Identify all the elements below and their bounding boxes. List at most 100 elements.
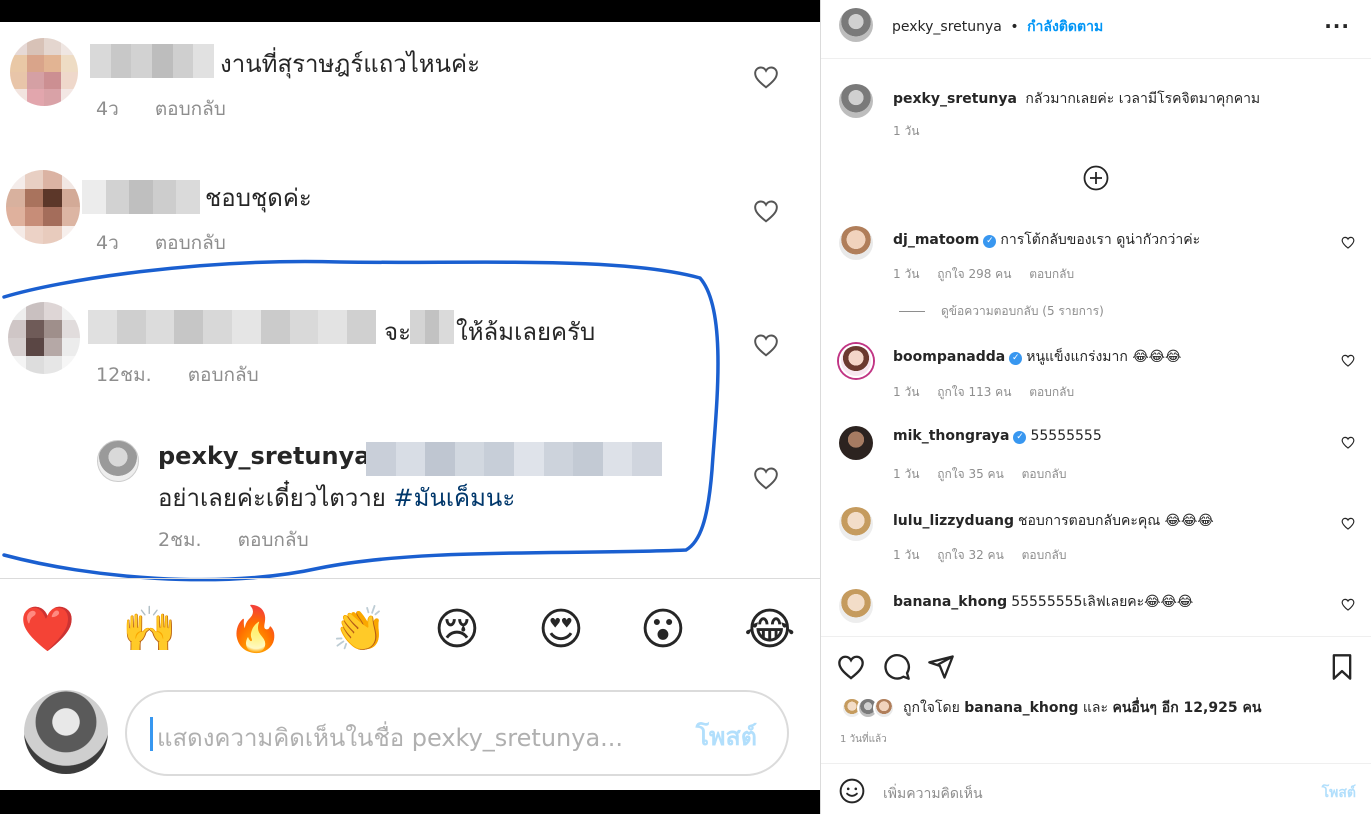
blurred-username xyxy=(88,310,376,344)
emoji-clap[interactable]: 👏 xyxy=(332,600,387,660)
commenter-avatar[interactable] xyxy=(839,226,873,260)
comment-line: lulu_lizzyduang ชอบการตอบกลับคะคุณ 😂😂😂 xyxy=(893,510,1214,532)
comment-text: 55555555 xyxy=(1030,428,1102,444)
comment-text: งานที่สุราษฎร์แถวไหนค่ะ xyxy=(220,50,480,78)
blurred-word xyxy=(410,310,455,344)
liked-by-avatars xyxy=(841,697,901,719)
comment-text-suffix: ให้ล้มเลยครับ xyxy=(456,318,596,346)
comment-input[interactable]: แสดงความคิดเห็นในชื่อ pexky_sretunya... … xyxy=(125,690,789,776)
reply-link[interactable]: ตอบกลับ xyxy=(1029,267,1074,281)
reply-link[interactable]: ตอบกลับ xyxy=(155,98,226,120)
comment-icon[interactable] xyxy=(883,653,911,681)
reply-username[interactable]: pexky_sretunya xyxy=(158,442,370,470)
heart-icon[interactable] xyxy=(1341,236,1355,249)
heart-icon[interactable] xyxy=(753,65,779,89)
comment-line: boompanadda ✓ หนูแข็งแกร่งมาก 😂😂😂 xyxy=(893,346,1181,368)
comment-time: 4ว xyxy=(96,232,119,254)
liked-by-user[interactable]: banana_khong xyxy=(964,700,1078,716)
blurred-avatar xyxy=(10,38,78,106)
commenter-username[interactable]: boompanadda xyxy=(893,349,1005,365)
post-header: pexky_sretunya • กำลังติดตาม ··· xyxy=(821,0,1371,59)
liked-by-prefix: ถูกใจโดย xyxy=(903,700,960,716)
emoji-heart-eyes[interactable]: 😍 xyxy=(538,600,584,660)
verified-badge-icon: ✓ xyxy=(983,235,997,248)
commenter-avatar[interactable] xyxy=(839,344,873,378)
comment-time: 1 วัน xyxy=(893,548,920,562)
liker-avatar xyxy=(873,697,895,719)
emoji-smile-icon[interactable] xyxy=(839,778,865,804)
blurred-avatar xyxy=(8,302,80,374)
caption-avatar[interactable] xyxy=(839,84,873,118)
view-replies-text: ดูข้อความตอบกลับ (5 รายการ) xyxy=(941,304,1104,318)
comment-time: 1 วัน xyxy=(893,267,920,281)
load-more-comments-icon[interactable] xyxy=(1083,165,1109,191)
emoji-raised-hands[interactable]: 🙌 xyxy=(122,600,177,660)
caption-text: กลัวมากเลยค่ะ เวลามีโรคจิตมาคุกคาม xyxy=(1025,91,1261,107)
comment-likes[interactable]: ถูกใจ 35 คน xyxy=(937,467,1004,481)
heart-icon[interactable] xyxy=(1341,354,1355,367)
share-icon[interactable] xyxy=(927,653,955,681)
emoji-laughing[interactable]: 😂 xyxy=(744,600,795,660)
comment-placeholder: แสดงความคิดเห็นในชื่อ pexky_sretunya... xyxy=(157,724,624,752)
replies-line xyxy=(899,311,925,312)
comment-meta: 1 วัน ถูกใจ 35 คน ตอบกลับ xyxy=(893,465,1080,484)
reply-line-1: pexky_sretunya xyxy=(158,442,370,470)
heart-icon[interactable] xyxy=(753,466,779,490)
reply-link[interactable]: ตอบกลับ xyxy=(1029,385,1074,399)
reply-meta: 2ชม. ตอบกลับ xyxy=(158,525,309,555)
heart-icon[interactable] xyxy=(1341,517,1355,530)
heart-icon[interactable] xyxy=(753,199,779,223)
post-button[interactable]: โพสต์ xyxy=(696,717,757,757)
commenter-avatar[interactable] xyxy=(839,589,873,623)
add-comment-row: เพิ่มความคิดเห็น โพสต์ xyxy=(821,763,1371,814)
comment-likes[interactable]: ถูกใจ 32 คน xyxy=(937,548,1004,562)
comment-line: banana_khong 55555555เลิฟเลยคะ😂😂😂 xyxy=(893,591,1193,613)
reply-link[interactable]: ตอบกลับ xyxy=(188,364,259,386)
blurred-username xyxy=(82,180,200,214)
divider xyxy=(0,578,820,579)
more-options-icon[interactable]: ··· xyxy=(1324,14,1350,38)
comment-line: mik_thongraya ✓ 55555555 xyxy=(893,428,1102,444)
view-replies-link[interactable]: ดูข้อความตอบกลับ (5 รายการ) xyxy=(899,302,1104,321)
comment-text-prefix: จะ xyxy=(384,318,411,346)
post-comment-button[interactable]: โพสต์ xyxy=(1322,782,1356,804)
commenter-username[interactable]: banana_khong xyxy=(893,594,1007,610)
caption-time: 1 วัน xyxy=(893,124,920,138)
comment-meta: 4ว ตอบกลับ xyxy=(96,94,226,124)
like-icon[interactable] xyxy=(837,653,865,681)
reply-link[interactable]: ตอบกลับ xyxy=(155,232,226,254)
reply-link[interactable]: ตอบกลับ xyxy=(238,529,309,551)
commenter-username[interactable]: lulu_lizzyduang xyxy=(893,513,1014,529)
liked-by-others[interactable]: คนอื่นๆ อีก 12,925 คน xyxy=(1112,700,1261,716)
emoji-surprised[interactable]: 😮 xyxy=(640,600,686,660)
add-comment-input[interactable]: เพิ่มความคิดเห็น xyxy=(883,783,983,805)
reply-link[interactable]: ตอบกลับ xyxy=(1022,467,1067,481)
commenter-username[interactable]: mik_thongraya xyxy=(893,428,1009,444)
comment-likes[interactable]: ถูกใจ 113 คน xyxy=(937,385,1011,399)
reply-link[interactable]: ตอบกลับ xyxy=(1022,548,1067,562)
following-button[interactable]: กำลังติดตาม xyxy=(1027,19,1103,35)
text-caret xyxy=(150,717,153,751)
emoji-crying[interactable]: 😢 xyxy=(434,600,480,660)
comment-text: ชอบชุดค่ะ xyxy=(205,184,312,212)
comment-meta: 1 วัน ถูกใจ 298 คน ตอบกลับ xyxy=(893,265,1088,284)
heart-icon[interactable] xyxy=(1341,598,1355,611)
save-bookmark-icon[interactable] xyxy=(1328,653,1356,681)
commenter-avatar[interactable] xyxy=(839,507,873,541)
emoji-fire[interactable]: 🔥 xyxy=(228,600,283,660)
bottom-black-bar xyxy=(0,790,820,814)
caption-username[interactable]: pexky_sretunya xyxy=(893,91,1017,107)
comment-meta: 1 วัน ถูกใจ 113 คน ตอบกลับ xyxy=(893,383,1088,402)
commenter-avatar[interactable] xyxy=(839,426,873,460)
caption-line: pexky_sretunya กลัวมากเลยค่ะ เวลามีโรคจิ… xyxy=(893,88,1260,110)
author-username[interactable]: pexky_sretunya xyxy=(892,19,1002,35)
blurred-username xyxy=(90,44,215,78)
emoji-heart[interactable]: ❤️ xyxy=(20,600,75,660)
commenter-username[interactable]: dj_matoom xyxy=(893,232,979,248)
hashtag-link[interactable]: #มันเค็มนะ xyxy=(394,484,516,512)
comment-likes[interactable]: ถูกใจ 298 คน xyxy=(937,267,1011,281)
heart-icon[interactable] xyxy=(1341,436,1355,449)
header-user-line: pexky_sretunya • กำลังติดตาม xyxy=(892,16,1103,38)
author-avatar[interactable] xyxy=(839,8,873,42)
heart-icon[interactable] xyxy=(753,333,779,357)
